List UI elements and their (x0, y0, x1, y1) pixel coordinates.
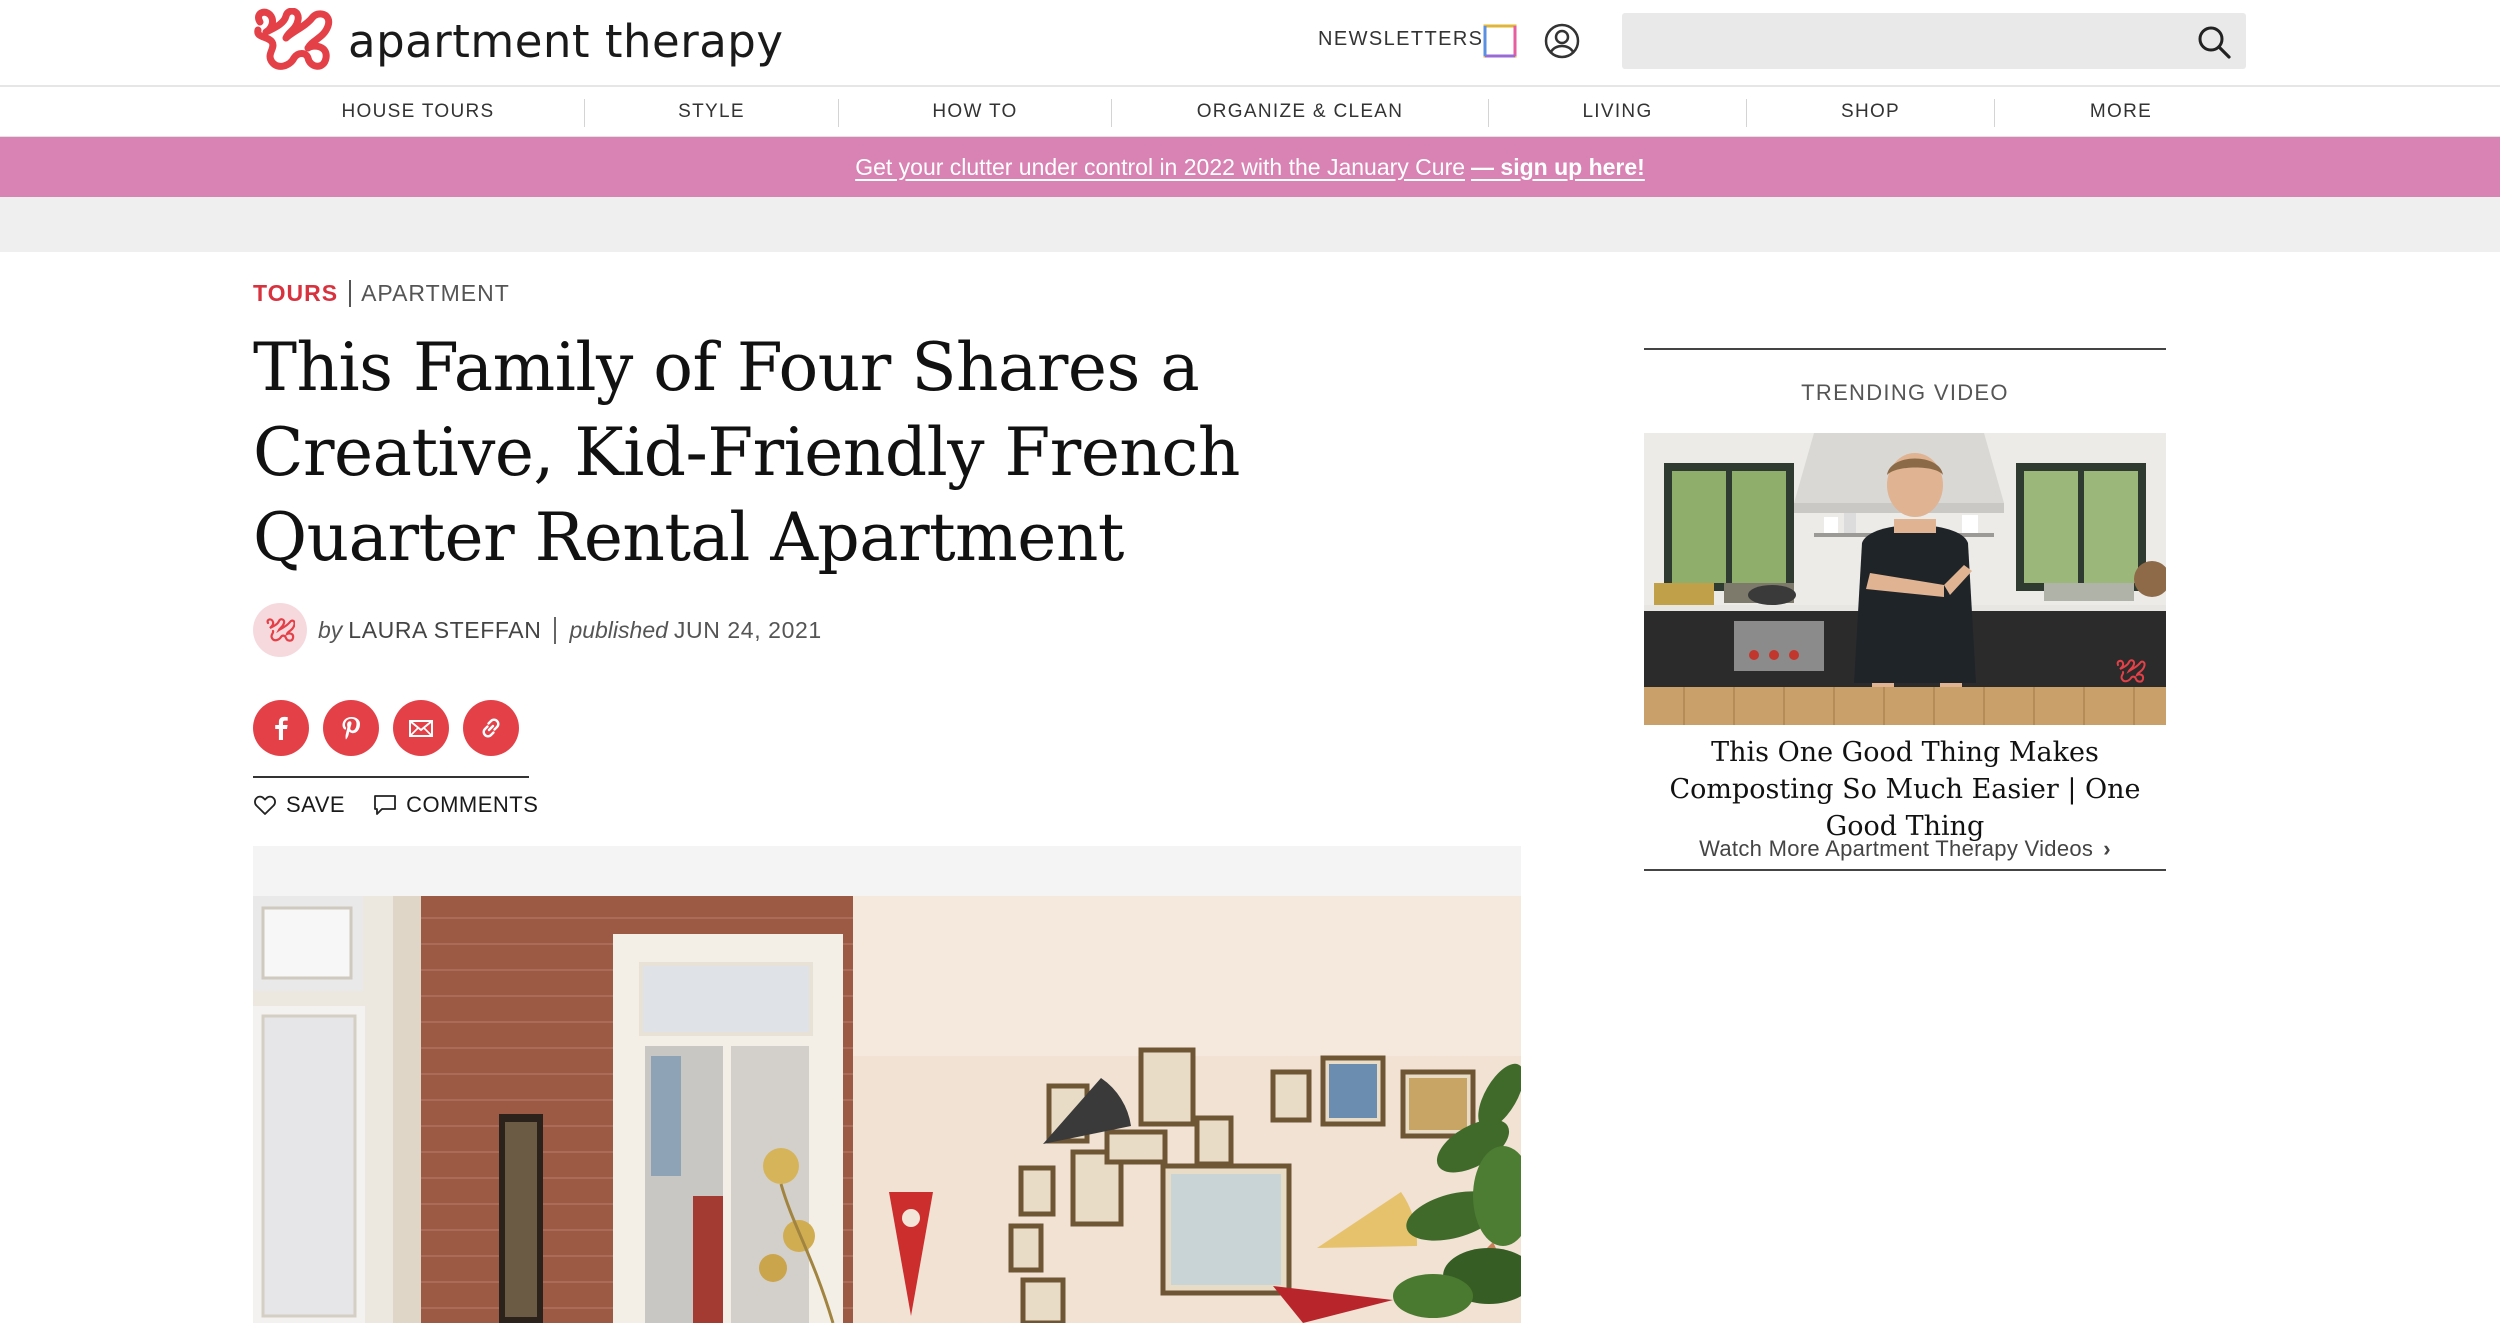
share-buttons (253, 700, 519, 756)
share-email-button[interactable] (393, 700, 449, 756)
logo-wordmark: apartment therapy (348, 14, 784, 68)
living-room-photo (253, 896, 1521, 1323)
apartment-therapy-logo-icon (254, 8, 333, 70)
chevron-right-icon: › (2103, 836, 2111, 861)
sidebar-top-divider (1644, 348, 2166, 350)
comment-icon (374, 795, 396, 815)
pinterest-icon (342, 717, 360, 740)
byline-by: by (318, 616, 343, 643)
trending-video-label: TRENDING VIDEO (1801, 380, 2009, 405)
author-logo-icon (266, 618, 295, 642)
search-icon[interactable] (2196, 24, 2232, 60)
breadcrumb-apartment[interactable]: APARTMENT (361, 280, 510, 307)
search-input[interactable] (1622, 13, 2246, 69)
facebook-icon (275, 716, 288, 740)
nav-item-shop[interactable]: SHOP (1747, 87, 1994, 137)
save-button[interactable]: SAVE (253, 792, 345, 818)
main-nav: HOUSE TOURS STYLE HOW TO ORGANIZE & CLEA… (0, 87, 2500, 137)
heart-icon (254, 795, 276, 815)
promo-signup-link[interactable]: — sign up here! (1471, 154, 1645, 181)
site-header: apartment therapy NEWSLETTERS (0, 0, 2500, 87)
video-title[interactable]: This One Good Thing Makes Composting So … (1644, 734, 2166, 845)
article-title: This Family of Four Shares a Creative, K… (253, 329, 1240, 576)
copy-link-button[interactable] (463, 700, 519, 756)
email-icon (409, 720, 433, 737)
newsletters-link[interactable]: NEWSLETTERS (1318, 28, 1483, 51)
nav-item-organize-clean[interactable]: ORGANIZE & CLEAN (1112, 87, 1488, 137)
article-actions: SAVE COMMENTS (253, 790, 538, 820)
nav-item-how-to[interactable]: HOW TO (839, 87, 1111, 137)
more-videos-label: Watch More Apartment Therapy Videos (1699, 836, 2094, 861)
nav-item-style[interactable]: STYLE (585, 87, 838, 137)
actions-divider (253, 776, 529, 778)
nav-item-house-tours[interactable]: HOUSE TOURS (252, 87, 584, 137)
video-thumbnail[interactable] (1644, 433, 2166, 725)
account-icon[interactable] (1543, 22, 1581, 60)
comments-label: COMMENTS (406, 792, 539, 817)
hero-image-top-band (253, 846, 1521, 896)
comments-button[interactable]: COMMENTS (373, 792, 538, 818)
share-pinterest-button[interactable] (323, 700, 379, 756)
hero-image (253, 896, 1521, 1323)
author-avatar[interactable] (253, 603, 307, 657)
ideas-board-icon[interactable] (1483, 24, 1517, 58)
kitchen-video-still (1644, 433, 2166, 725)
breadcrumb-divider (349, 280, 352, 307)
byline-divider (554, 616, 557, 644)
save-label: SAVE (286, 792, 346, 817)
more-videos-link[interactable]: Watch More Apartment Therapy Videos › (1644, 836, 2166, 862)
link-icon (482, 718, 500, 738)
nav-item-more[interactable]: MORE (1995, 87, 2247, 137)
byline: by LAURA STEFFAN published JUN 24, 2021 (253, 603, 822, 657)
breadcrumb: TOURS APARTMENT (253, 280, 510, 307)
sidebar-bottom-divider (1644, 869, 2166, 871)
published-date: JUN 24, 2021 (673, 616, 822, 643)
byline-published: published (569, 616, 668, 643)
author-name[interactable]: LAURA STEFFAN (348, 617, 541, 644)
promo-link[interactable]: Get your clutter under control in 2022 w… (855, 154, 1465, 181)
nav-item-living[interactable]: LIVING (1489, 87, 1746, 137)
share-facebook-button[interactable] (253, 700, 309, 756)
promo-banner: Get your clutter under control in 2022 w… (0, 137, 2500, 197)
ad-placeholder (0, 197, 2500, 252)
breadcrumb-tours[interactable]: TOURS (253, 280, 338, 307)
site-logo[interactable]: apartment therapy (252, 8, 783, 74)
